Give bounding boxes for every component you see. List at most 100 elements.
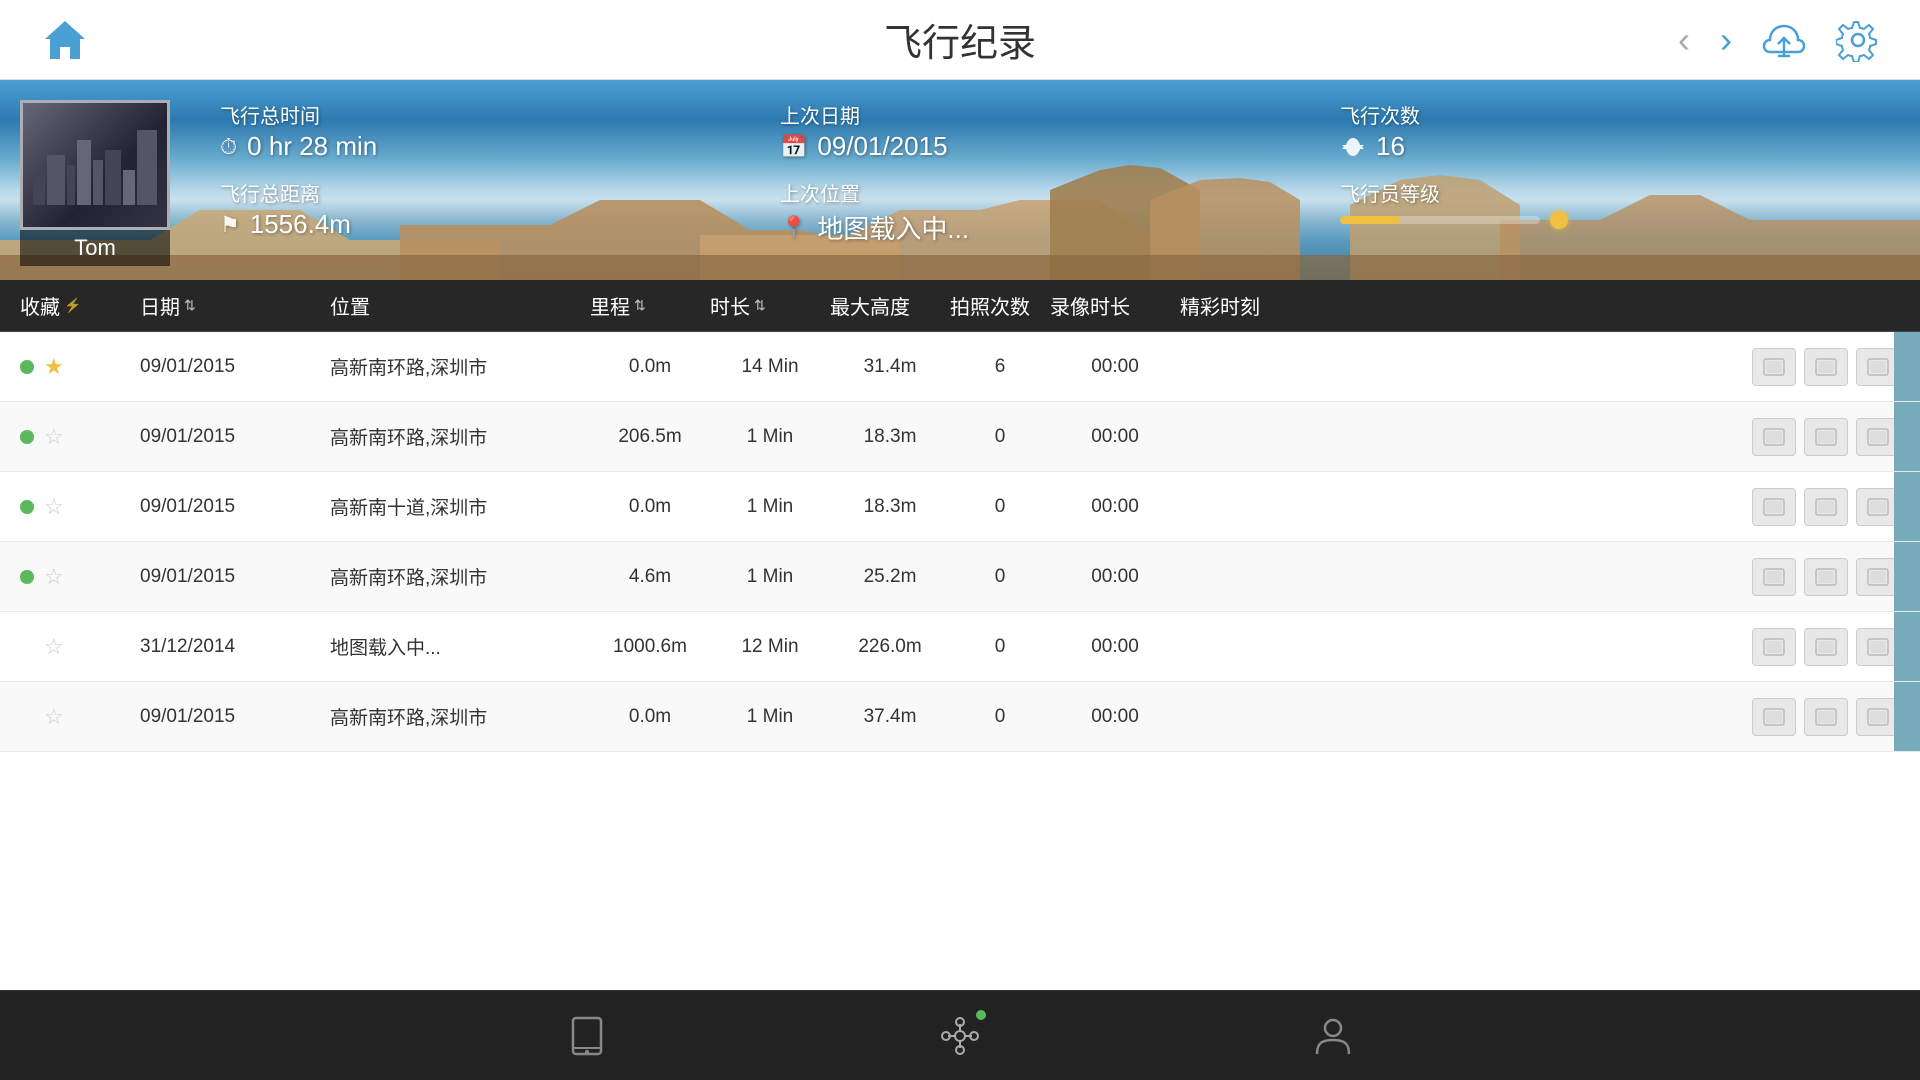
table-row[interactable]: ★ 09/01/2015 高新南环路,深圳市 0.0m 14 Min 31.4m… (0, 332, 1920, 402)
col-duration-1: 1 Min (710, 426, 830, 448)
table-body: ★ 09/01/2015 高新南环路,深圳市 0.0m 14 Min 31.4m… (0, 332, 1920, 990)
col-favorite-4: ☆ (20, 634, 140, 660)
table-row[interactable]: ☆ 09/01/2015 高新南环路,深圳市 4.6m 1 Min 25.2m … (0, 542, 1920, 612)
col-video-0: 00:00 (1050, 356, 1180, 378)
bottom-nav (0, 990, 1920, 1080)
col-duration-0: 14 Min (710, 356, 830, 378)
table-row[interactable]: ☆ 09/01/2015 高新南十道,深圳市 0.0m 1 Min 18.3m … (0, 472, 1920, 542)
person-icon (1311, 1014, 1355, 1058)
star-filled[interactable]: ★ (44, 354, 64, 380)
clock-icon: ⏱ (220, 134, 237, 160)
drone-icon (938, 1014, 982, 1058)
col-distance-4: 1000.6m (590, 636, 710, 658)
star-empty[interactable]: ☆ (44, 564, 64, 590)
settings-icon[interactable] (1836, 18, 1880, 62)
last-date-stat: 上次日期 📅 09/01/2015 (780, 100, 1340, 162)
status-dot-empty (20, 640, 34, 654)
header-distance[interactable]: 里程 ⇅ (590, 291, 710, 320)
total-time-value: 0 hr 28 min (247, 131, 377, 162)
star-empty[interactable]: ☆ (44, 634, 64, 660)
flight-count-label: 飞行次数 (1340, 100, 1900, 129)
highlight-btn-2[interactable] (1804, 628, 1848, 666)
col-highlights-3 (1180, 558, 1900, 596)
table-row[interactable]: ☆ 09/01/2015 高新南环路,深圳市 0.0m 1 Min 37.4m … (0, 682, 1920, 752)
cloud-upload-icon[interactable] (1762, 18, 1806, 62)
nav-prev-button[interactable]: ‹ (1678, 19, 1690, 61)
col-date-3: 09/01/2015 (140, 566, 330, 588)
col-photos-5: 0 (950, 706, 1050, 728)
nav-item-person[interactable] (1311, 1014, 1355, 1058)
col-maxalt-3: 25.2m (830, 566, 950, 588)
home-icon[interactable] (40, 15, 90, 65)
profile-photo-inner (23, 103, 167, 227)
star-empty[interactable]: ☆ (44, 704, 64, 730)
sort-icon-distance: ⇅ (634, 297, 646, 314)
building-6 (105, 150, 121, 205)
col-favorite-2: ☆ (20, 494, 140, 520)
stat-col-1: 飞行总时间 ⏱ 0 hr 28 min 飞行总距离 ⚑ 1556.4m (220, 100, 780, 246)
header-location: 位置 (330, 291, 590, 320)
building-7 (123, 170, 135, 205)
table-row[interactable]: ☆ 31/12/2014 地图载入中... 1000.6m 12 Min 226… (0, 612, 1920, 682)
status-dot-green (20, 430, 34, 444)
progress-fill (1340, 216, 1400, 224)
highlight-btn-2[interactable] (1804, 488, 1848, 526)
highlight-btn-1[interactable] (1752, 558, 1796, 596)
profile-banner: Tom 飞行总时间 ⏱ 0 hr 28 min 飞行总距离 ⚑ 1556.4m (0, 80, 1920, 280)
pilot-level-stat: 飞行员等级 (1340, 178, 1900, 229)
sort-icon-favorite: ⚡ (64, 297, 81, 314)
highlight-btn-1[interactable] (1752, 418, 1796, 456)
nav-item-drone[interactable] (938, 1014, 982, 1058)
status-dot-green (20, 500, 34, 514)
flight-count-value-row: 16 (1340, 131, 1900, 162)
highlight-btn-2[interactable] (1804, 698, 1848, 736)
highlight-btn-1[interactable] (1752, 628, 1796, 666)
col-distance-0: 0.0m (590, 356, 710, 378)
star-empty[interactable]: ☆ (44, 424, 64, 450)
col-photos-0: 6 (950, 356, 1050, 378)
table-section: 收藏 ⚡ 日期 ⇅ 位置 里程 ⇅ 时长 ⇅ 最大高度 拍照次数 (0, 280, 1920, 990)
col-location-2: 高新南十道,深圳市 (330, 493, 590, 520)
highlight-btn-1[interactable] (1752, 348, 1796, 386)
col-highlights-5 (1180, 698, 1900, 736)
building-5 (93, 160, 103, 205)
col-video-1: 00:00 (1050, 426, 1180, 448)
highlight-btn-2[interactable] (1804, 348, 1848, 386)
pin-icon: 📍 (780, 215, 807, 241)
col-maxalt-4: 226.0m (830, 636, 950, 658)
col-photos-2: 0 (950, 496, 1050, 518)
col-distance-5: 0.0m (590, 706, 710, 728)
header-right: ‹ › (1678, 18, 1880, 62)
status-dot-empty (20, 710, 34, 724)
header-favorite[interactable]: 收藏 ⚡ (20, 291, 140, 320)
header-duration[interactable]: 时长 ⇅ (710, 291, 830, 320)
highlight-btn-1[interactable] (1752, 698, 1796, 736)
header-video: 录像时长 (1050, 291, 1180, 320)
star-empty[interactable]: ☆ (44, 494, 64, 520)
highlight-btn-1[interactable] (1752, 488, 1796, 526)
main-content: Tom 飞行总时间 ⏱ 0 hr 28 min 飞行总距离 ⚑ 1556.4m (0, 80, 1920, 990)
nav-next-button[interactable]: › (1720, 19, 1732, 61)
col-maxalt-1: 18.3m (830, 426, 950, 448)
status-dot-green (20, 570, 34, 584)
col-date-0: 09/01/2015 (140, 356, 330, 378)
total-time-value-row: ⏱ 0 hr 28 min (220, 131, 780, 162)
flight-count-stat: 飞行次数 16 (1340, 100, 1900, 162)
col-location-4: 地图载入中... (330, 633, 590, 660)
nav-item-tablet[interactable] (565, 1014, 609, 1058)
highlight-btn-2[interactable] (1804, 418, 1848, 456)
highlight-btn-2[interactable] (1804, 558, 1848, 596)
profile-name: Tom (20, 230, 170, 266)
table-row[interactable]: ☆ 09/01/2015 高新南环路,深圳市 206.5m 1 Min 18.3… (0, 402, 1920, 472)
col-date-2: 09/01/2015 (140, 496, 330, 518)
col-photos-1: 0 (950, 426, 1050, 448)
header-date[interactable]: 日期 ⇅ (140, 291, 330, 320)
col-favorite-0: ★ (20, 354, 140, 380)
col-duration-2: 1 Min (710, 496, 830, 518)
total-distance-value-row: ⚑ 1556.4m (220, 209, 780, 240)
table-header: 收藏 ⚡ 日期 ⇅ 位置 里程 ⇅ 时长 ⇅ 最大高度 拍照次数 (0, 280, 1920, 332)
col-date-4: 31/12/2014 (140, 636, 330, 658)
col-highlights-1 (1180, 418, 1900, 456)
header-left (40, 15, 90, 65)
last-date-value-row: 📅 09/01/2015 (780, 131, 1340, 162)
